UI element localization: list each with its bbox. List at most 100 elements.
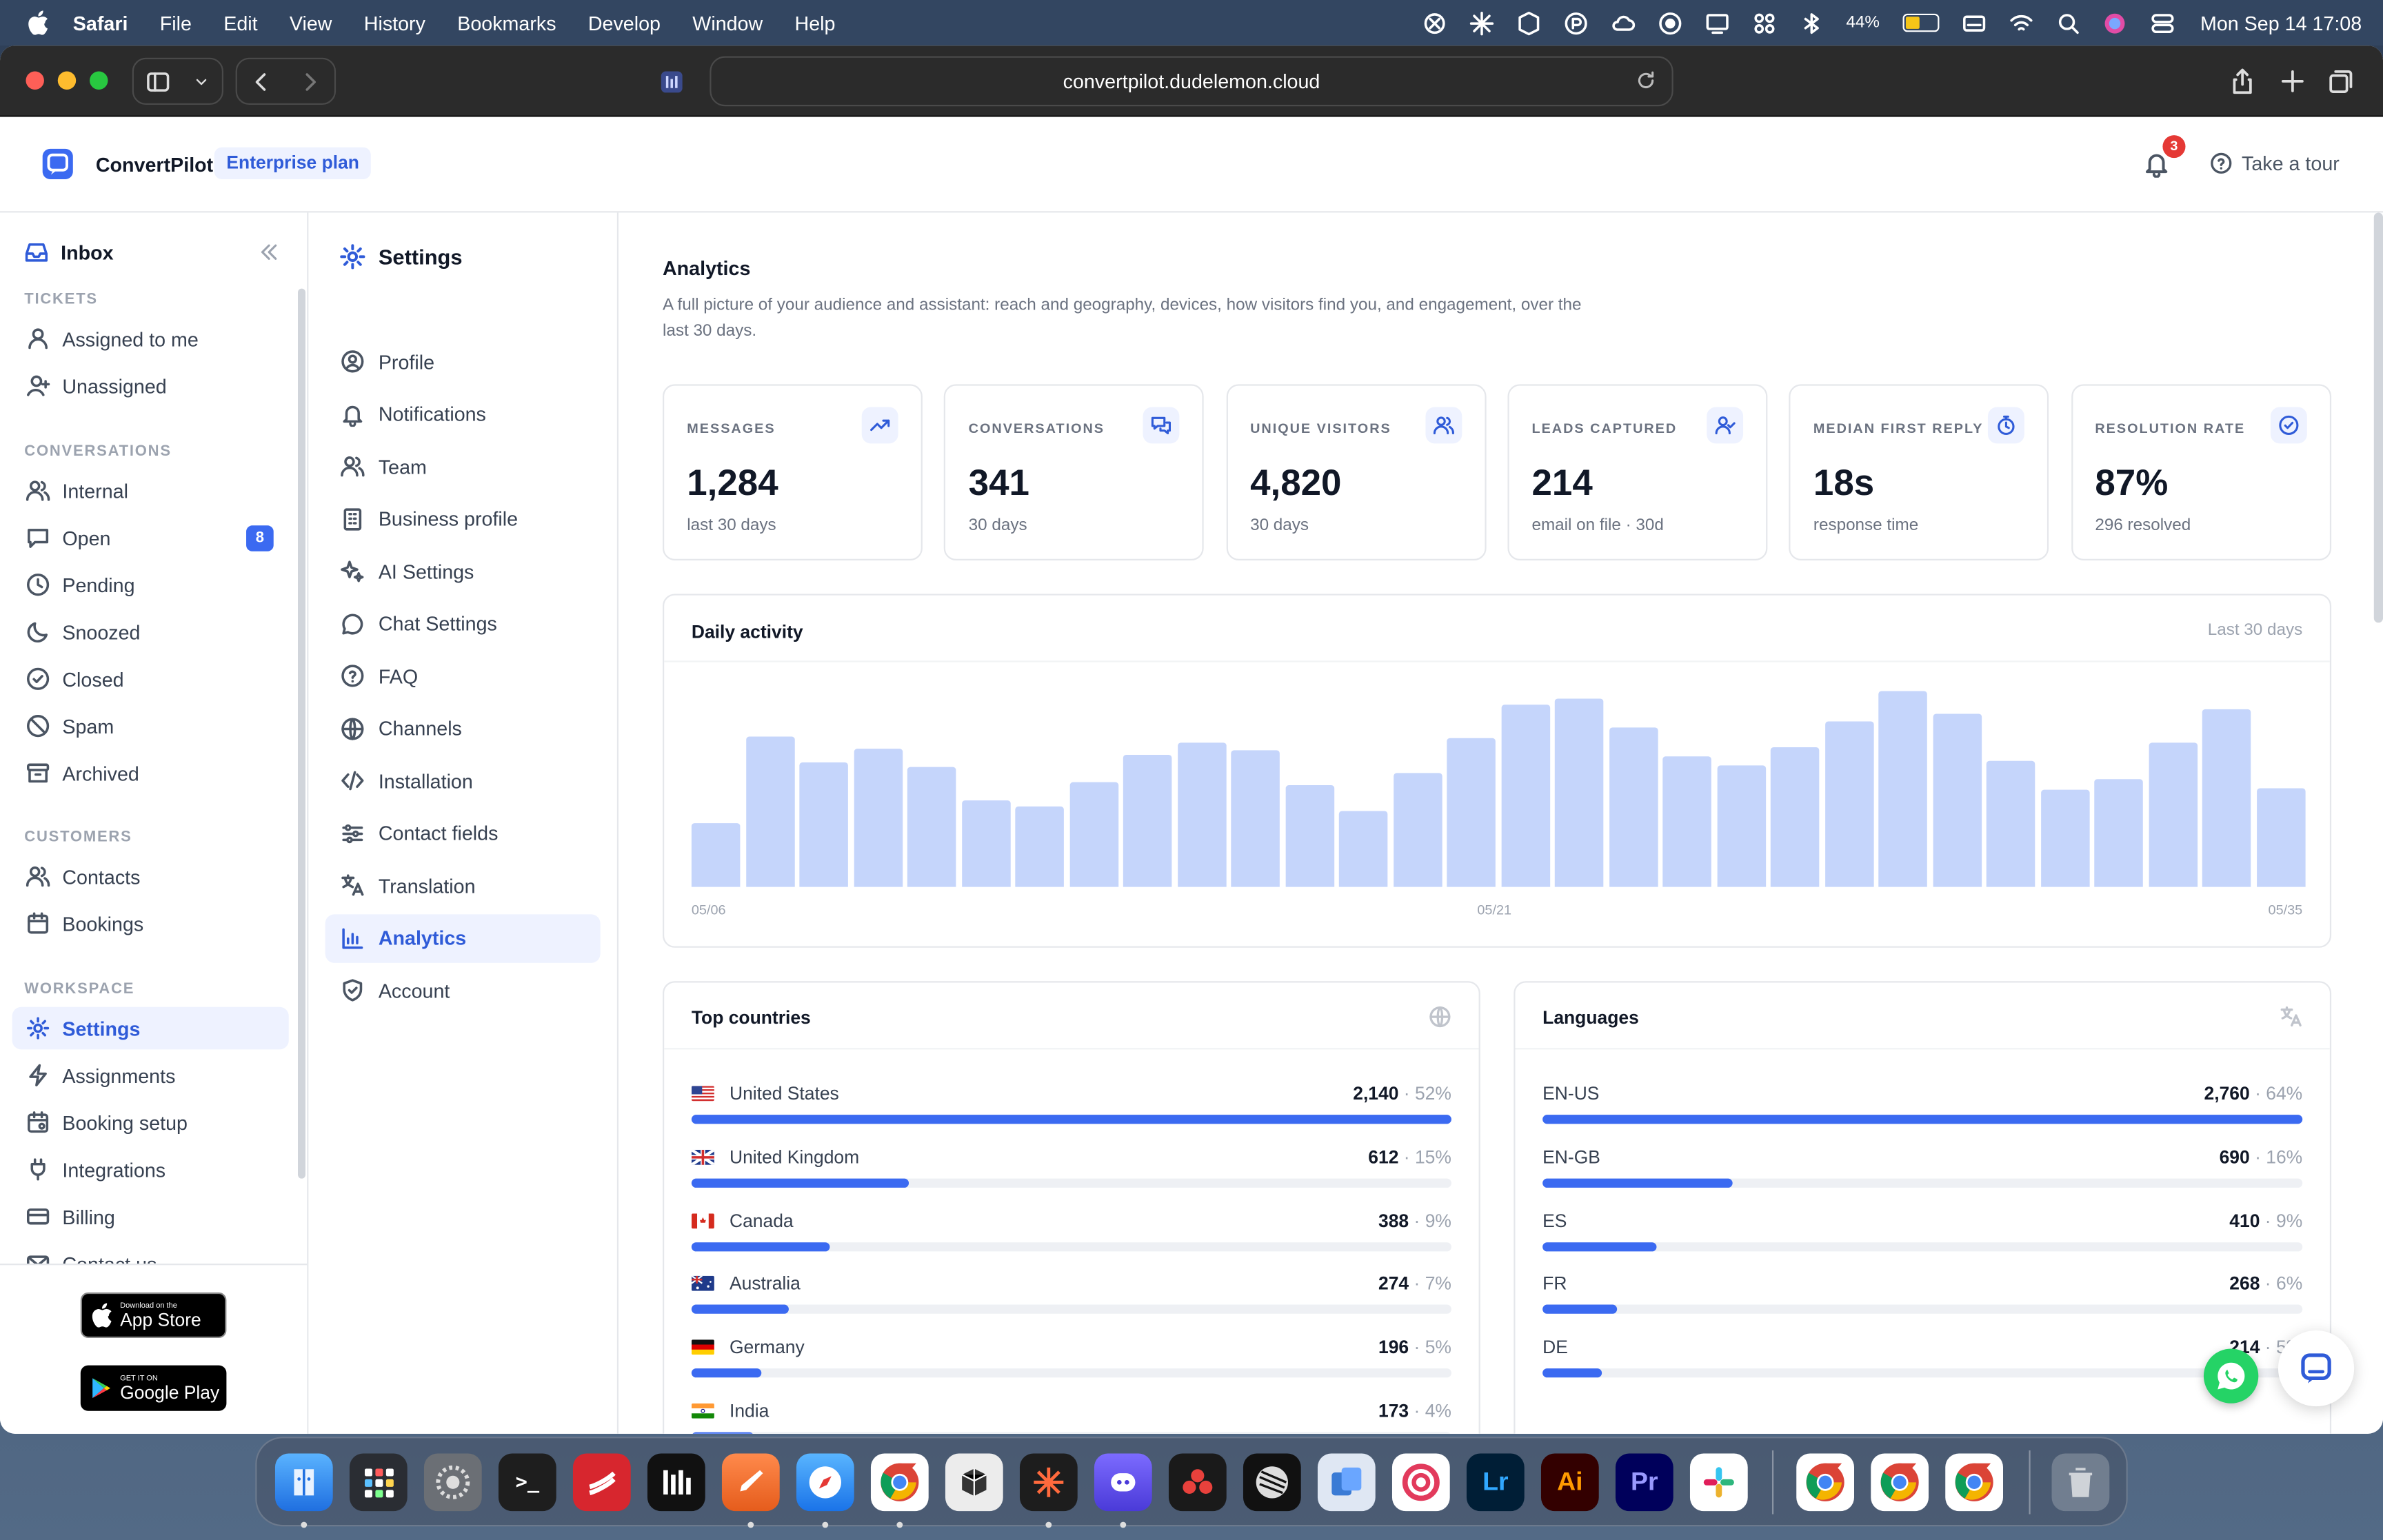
chrome-icon[interactable] <box>1871 1453 1929 1512</box>
system-settings-icon[interactable] <box>423 1453 482 1512</box>
chart-bar[interactable] <box>1393 773 1442 887</box>
menu-history[interactable]: History <box>364 12 425 34</box>
chart-bar[interactable] <box>1987 760 2036 887</box>
extension-button[interactable] <box>649 58 694 105</box>
chart-bar[interactable] <box>1662 756 1712 887</box>
settings-nav-item-channels[interactable]: Channels <box>325 704 601 753</box>
files-icon[interactable] <box>1317 1453 1376 1512</box>
davinci-icon[interactable] <box>1168 1453 1227 1512</box>
siri-icon[interactable] <box>2103 10 2127 34</box>
display-icon[interactable] <box>1705 10 1729 34</box>
settings-nav-item-chat-settings[interactable]: Chat Settings <box>325 599 601 648</box>
address-bar[interactable]: convertpilot.dudelemon.cloud <box>710 56 1673 107</box>
wifi-icon[interactable] <box>2009 10 2033 34</box>
launchpad-icon[interactable] <box>349 1453 408 1512</box>
main-scrollbar[interactable] <box>2373 212 2383 623</box>
menu-window[interactable]: Window <box>692 12 763 34</box>
take-a-tour-button[interactable]: Take a tour <box>2210 152 2340 174</box>
chart-bar[interactable] <box>853 748 903 887</box>
chart-bar[interactable] <box>799 762 849 887</box>
cube-icon[interactable] <box>945 1453 1003 1512</box>
sidebar-item-closed[interactable]: Closed <box>12 658 289 700</box>
terminal-icon[interactable]: >_ <box>498 1453 556 1512</box>
settings-nav-item-ai-settings[interactable]: AI Settings <box>325 547 601 596</box>
battery-icon[interactable] <box>1902 13 1939 32</box>
app-status-icon[interactable] <box>1563 10 1587 34</box>
sidebar-item-bookings[interactable]: Bookings <box>12 902 289 945</box>
control-center-icon[interactable] <box>2150 10 2174 34</box>
chart-bar[interactable] <box>1177 742 1227 887</box>
apple-icon[interactable] <box>28 10 49 35</box>
chart-bar[interactable] <box>1555 699 1605 887</box>
openai-icon[interactable] <box>1422 10 1446 34</box>
close-window-icon[interactable] <box>26 71 44 90</box>
new-tab-icon[interactable] <box>2280 68 2305 94</box>
chart-bar[interactable] <box>2202 709 2252 887</box>
sidebar-item-settings[interactable]: Settings <box>12 1006 289 1050</box>
chart-bar[interactable] <box>1447 738 1496 887</box>
chart-bar[interactable] <box>1771 746 1820 887</box>
chrome-icon[interactable] <box>1945 1453 2004 1512</box>
inbox-title[interactable]: Inbox <box>24 240 114 264</box>
settings-nav-item-analytics[interactable]: Analytics <box>325 913 601 962</box>
record-icon[interactable] <box>1658 10 1682 34</box>
chart-bar[interactable] <box>691 822 741 887</box>
chart-bar[interactable] <box>1015 806 1065 887</box>
sun-icon[interactable] <box>1019 1453 1078 1512</box>
zoom-window-icon[interactable] <box>90 71 108 90</box>
menu-develop[interactable]: Develop <box>588 12 661 34</box>
google-play-button[interactable]: GET IT ON Google Play <box>80 1365 227 1411</box>
chart-bar[interactable] <box>1933 713 1982 887</box>
illustrator-icon[interactable]: Ai <box>1540 1453 1599 1512</box>
chart-bar[interactable] <box>1824 721 1874 887</box>
chart-bar[interactable] <box>1069 781 1118 887</box>
sidebar-item-contacts[interactable]: Contacts <box>12 855 289 898</box>
chart-bar[interactable] <box>1231 750 1280 887</box>
chrome-icon[interactable] <box>1796 1453 1855 1512</box>
sidebar-item-assignments[interactable]: Assignments <box>12 1054 289 1097</box>
chart-bar[interactable] <box>1717 764 1766 887</box>
sidebar-item-spam[interactable]: Spam <box>12 705 289 747</box>
slack-icon[interactable] <box>1689 1453 1748 1512</box>
sidebar-item-archived[interactable]: Archived <box>12 752 289 795</box>
chat-widget-button[interactable] <box>2278 1330 2355 1407</box>
settings-nav-item-business-profile[interactable]: Business profile <box>325 494 601 543</box>
settings-nav-item-profile[interactable]: Profile <box>325 337 601 386</box>
settings-nav-item-translation[interactable]: Translation <box>325 861 601 910</box>
cloud-icon[interactable] <box>1611 10 1635 34</box>
trash-icon[interactable] <box>2051 1453 2110 1512</box>
chrome-icon[interactable] <box>870 1453 929 1512</box>
sidebar-item-billing[interactable]: Billing <box>12 1195 289 1238</box>
chart-bar[interactable] <box>2256 787 2306 887</box>
menu-help[interactable]: Help <box>795 12 836 34</box>
chart-bar[interactable] <box>1500 705 1550 887</box>
chart-bar[interactable] <box>1123 754 1172 887</box>
cube-status-icon[interactable] <box>1516 10 1540 35</box>
sparkle-icon[interactable] <box>1469 10 1494 35</box>
chart-bar[interactable] <box>1285 785 1334 887</box>
bot-icon[interactable] <box>1094 1453 1152 1512</box>
sidebar-item-integrations[interactable]: Integrations <box>12 1148 289 1191</box>
settings-nav-item-team[interactable]: Team <box>325 442 601 491</box>
sidebar-item-snoozed[interactable]: Snoozed <box>12 611 289 654</box>
pen-icon[interactable] <box>721 1453 780 1512</box>
minimize-window-icon[interactable] <box>57 71 77 90</box>
clock[interactable]: Mon Sep 14 17:08 <box>2200 12 2362 34</box>
sidebar-item-pending[interactable]: Pending <box>12 563 289 606</box>
menu-file[interactable]: File <box>160 12 192 34</box>
sidebar-toggle-button[interactable] <box>132 57 224 105</box>
share-icon[interactable] <box>2229 68 2255 94</box>
sidebar-item-unassigned[interactable]: Unassigned <box>12 365 289 407</box>
chart-bar[interactable] <box>1878 691 1928 887</box>
sidebar-item-internal[interactable]: Internal <box>12 469 289 512</box>
chart-bar[interactable] <box>745 736 794 887</box>
premiere-icon[interactable]: Pr <box>1615 1453 1673 1512</box>
sidebar-scrollbar[interactable] <box>298 288 306 1179</box>
lightroom-icon[interactable]: Lr <box>1466 1453 1525 1512</box>
back-icon[interactable] <box>249 69 273 93</box>
settings-nav-item-notifications[interactable]: Notifications <box>325 389 601 438</box>
finder-icon[interactable] <box>274 1453 333 1512</box>
stripes-icon[interactable] <box>1243 1453 1301 1512</box>
chart-bar[interactable] <box>2149 742 2198 887</box>
menu-edit[interactable]: Edit <box>223 12 257 34</box>
